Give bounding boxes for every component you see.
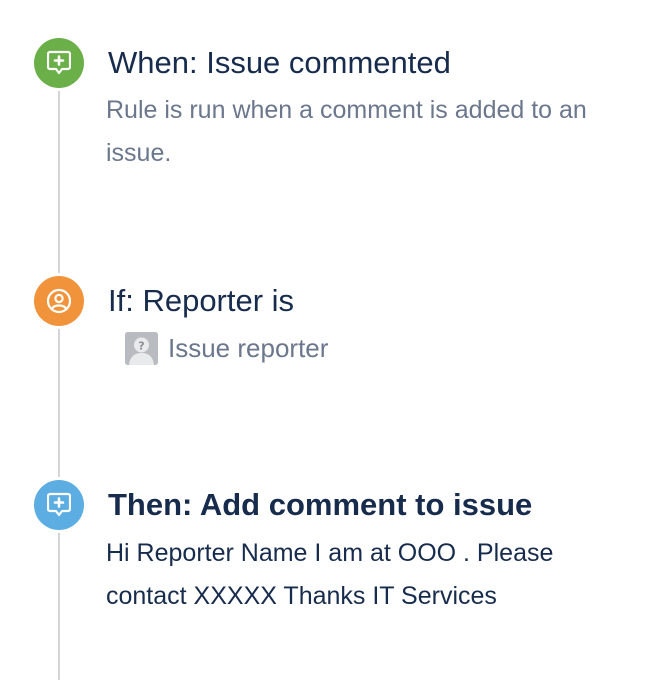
action-title: Then: Add comment to issue [108, 487, 533, 522]
timeline-connector [58, 60, 60, 680]
condition-title: If: Reporter is [108, 283, 295, 318]
user-icon [34, 276, 84, 326]
comment-add-icon [34, 480, 84, 530]
unknown-user-avatar-icon: ? [125, 332, 158, 365]
comment-add-icon [34, 38, 84, 88]
trigger-description: Rule is run when a comment is added to a… [106, 96, 587, 167]
action-comment-text: Hi Reporter Name I am at OOO . Please co… [106, 539, 554, 610]
condition-user-label: Issue reporter [168, 333, 329, 363]
svg-text:?: ? [138, 340, 144, 353]
trigger-title: When: Issue commented [108, 45, 451, 80]
condition-user: ? Issue reporter [125, 332, 328, 365]
